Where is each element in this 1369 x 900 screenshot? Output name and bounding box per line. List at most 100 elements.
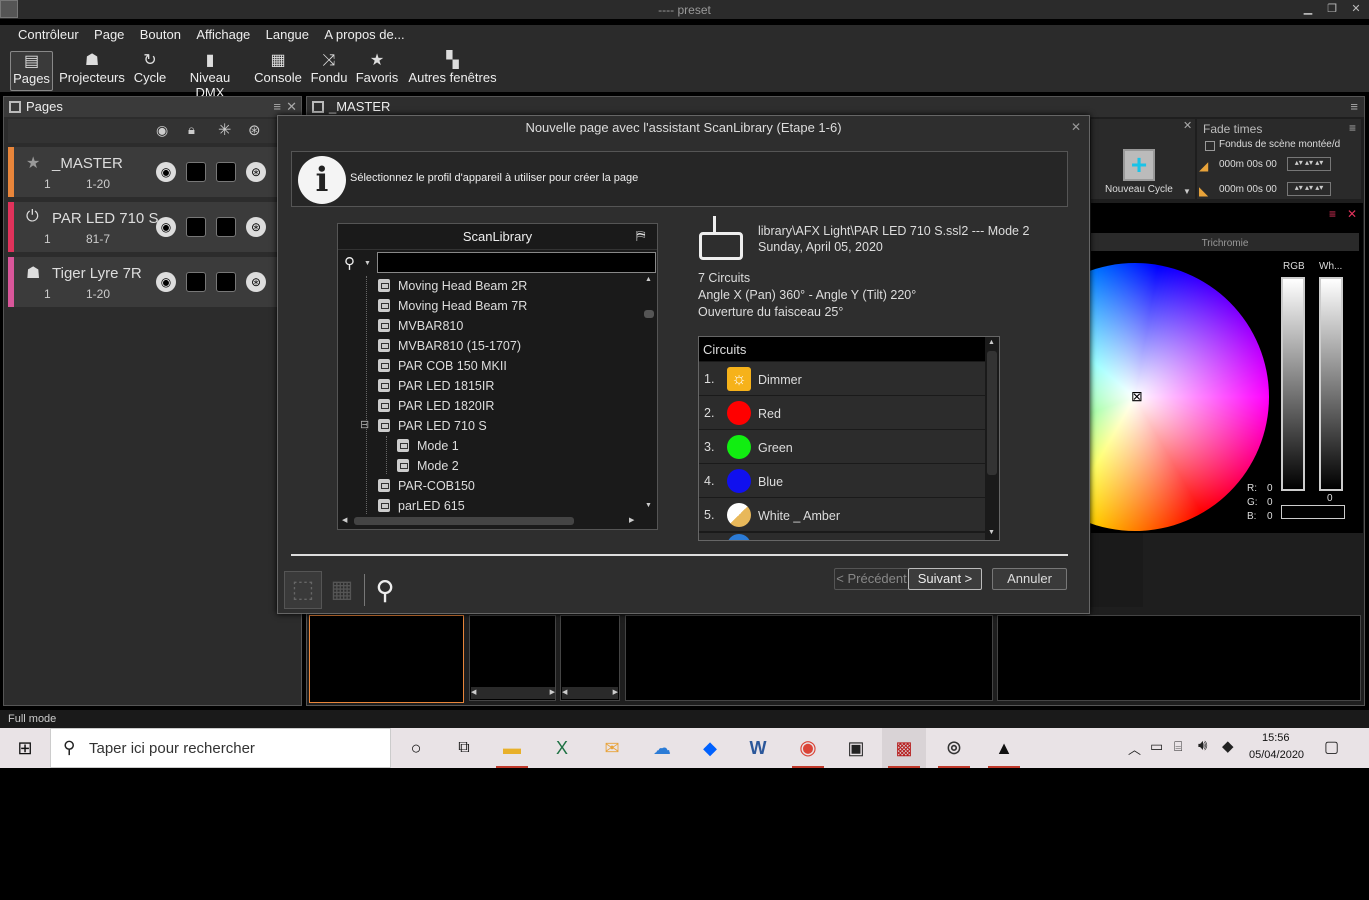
tree-item[interactable]: Moving Head Beam 2R	[378, 276, 527, 296]
eye-icon[interactable]: ◉	[156, 122, 168, 139]
menu-apropos[interactable]: A propos de...	[318, 25, 410, 45]
color-panel-menu-icon[interactable]: ≡	[1329, 207, 1336, 221]
restore-button[interactable]: ❐	[1324, 2, 1340, 16]
windows-start-icon[interactable]: ⊞	[2, 728, 48, 768]
toolbar-cycle-button[interactable]: ↻ Cycle	[132, 51, 168, 91]
tree-item[interactable]: PAR LED 1815IR	[378, 376, 494, 396]
search-dropdown-icon[interactable]: ▼	[364, 260, 371, 267]
effect-toggle[interactable]	[216, 272, 236, 292]
color-picker-cursor-icon[interactable]: ⊠	[1131, 388, 1143, 405]
circuit-row[interactable]: 1. ☼ Dimmer	[699, 362, 985, 396]
library-folder-icon[interactable]: ⛿	[636, 228, 645, 244]
panel-close-icon[interactable]: ✕	[286, 97, 297, 117]
fade-time-down[interactable]: 000m 00s 00	[1219, 184, 1277, 195]
3d-view-icon[interactable]: ⬚	[284, 571, 322, 609]
3d-app-icon[interactable]: ◎	[932, 728, 976, 768]
scroll-thumb[interactable]	[987, 351, 997, 475]
scroll-down-icon[interactable]: ▼	[645, 502, 652, 509]
effect-toggle[interactable]	[216, 217, 236, 237]
effect-toggle[interactable]	[216, 162, 236, 182]
battery-icon[interactable]: ▭	[1150, 738, 1163, 755]
new-cycle-icon[interactable]: +	[1123, 149, 1155, 181]
task-view-icon[interactable]: ⧉	[442, 728, 486, 768]
library-search-input[interactable]	[377, 252, 656, 273]
visibility-toggle[interactable]: ◉	[156, 162, 176, 182]
circuits-v-scrollbar[interactable]: ▲ ▼	[985, 337, 999, 540]
tree-item[interactable]: PAR COB 150 MKII	[378, 356, 507, 376]
mail-icon[interactable]: ✉	[590, 728, 634, 768]
menu-controleur[interactable]: Contrôleur	[12, 25, 85, 45]
button-cell-1[interactable]	[309, 615, 464, 703]
tree-item[interactable]: Moving Head Beam 7R	[378, 296, 527, 316]
media-app-icon[interactable]: ▣	[834, 728, 878, 768]
photos-icon[interactable]: ▲	[982, 728, 1026, 768]
suite-app-icon[interactable]: ▩	[882, 728, 926, 768]
toolbar-pages-button[interactable]: ▤ Pages	[10, 51, 53, 91]
circuit-row[interactable]: 2. Red	[699, 396, 985, 430]
visibility-toggle[interactable]: ◉	[156, 272, 176, 292]
new-cycle-label[interactable]: Nouveau Cycle	[1105, 184, 1173, 195]
tree-v-scrollbar[interactable]: ▲ ▼	[642, 276, 656, 514]
white-slider[interactable]	[1319, 277, 1343, 491]
lock-toggle[interactable]	[186, 272, 206, 292]
rgb-slider[interactable]	[1281, 277, 1305, 491]
target-toggle[interactable]: ⊛	[246, 272, 266, 292]
word-icon[interactable]: W	[736, 728, 780, 768]
menu-page[interactable]: Page	[88, 25, 130, 45]
scroll-left-icon[interactable]: ◀	[342, 516, 347, 524]
h-scroll-thumb[interactable]	[354, 517, 574, 525]
scroll-up-icon[interactable]: ▲	[645, 276, 652, 283]
circuit-row[interactable]: 4. Blue	[699, 464, 985, 498]
minimize-button[interactable]: ▁	[1300, 2, 1316, 16]
tree-collapse-icon[interactable]: ⊟	[360, 418, 369, 431]
tree-item[interactable]: Mode 1	[397, 436, 459, 456]
circuit-row[interactable]: 5. White _ Amber	[699, 498, 985, 532]
cycle-dropdown-icon[interactable]: ▼	[1183, 187, 1191, 196]
close-button[interactable]: ✕	[1348, 2, 1364, 16]
taskbar-search[interactable]: ⚲ Taper ici pour rechercher	[50, 728, 391, 768]
cortana-icon[interactable]: ○	[394, 728, 438, 768]
toolbar-autres-button[interactable]: ▚ Autres fenêtres	[405, 51, 500, 91]
scroll-thumb[interactable]	[644, 310, 654, 318]
circuit-row[interactable]: 3. Green	[699, 430, 985, 464]
toolbar-dmx-button[interactable]: ▮ Niveau DMX	[174, 51, 246, 100]
tree-item[interactable]: PAR LED 1820IR	[378, 396, 494, 416]
search-icon[interactable]: ⚲	[344, 254, 355, 272]
toolbar-projecteurs-button[interactable]: ☗ Projecteurs	[58, 51, 126, 91]
color-panel-close-icon[interactable]: ✕	[1347, 207, 1357, 221]
clock-time[interactable]: 15:56	[1262, 732, 1290, 744]
fade-stepper-down[interactable]: ▴▾ ▴▾ ▴▾	[1287, 182, 1331, 196]
tree-item[interactable]: PAR-COB150	[378, 476, 475, 496]
network-icon[interactable]: ⌸	[1174, 738, 1182, 755]
toolbar-fondu-button[interactable]: ⤨ Fondu	[309, 51, 349, 91]
menu-affichage[interactable]: Affichage	[190, 25, 256, 45]
volume-icon[interactable]: 🔊︎	[1198, 737, 1207, 754]
lock-icon[interactable]: 🔒︎	[188, 122, 195, 138]
toolbar-console-button[interactable]: ▦ Console	[253, 51, 303, 91]
h-scrollbar-2[interactable]: ◀ ▶	[562, 687, 618, 699]
button-cell-5[interactable]	[997, 615, 1361, 701]
toolbar-favoris-button[interactable]: ★ Favoris	[355, 51, 399, 91]
panel-menu-icon[interactable]: ≡	[1350, 97, 1358, 117]
fade-checkbox[interactable]	[1205, 141, 1215, 151]
panel-menu-icon[interactable]: ≡	[273, 97, 281, 117]
target-toggle[interactable]: ⊛	[246, 162, 266, 182]
page-item-tiger-lyre[interactable]: ☗ Tiger Lyre 7R 1 1-20 ◉ ⊛	[8, 257, 299, 307]
lock-toggle[interactable]	[186, 162, 206, 182]
menu-langue[interactable]: Langue	[260, 25, 315, 45]
previous-button[interactable]: < Précédent	[834, 568, 909, 590]
grid-view-icon[interactable]: ▦	[326, 574, 358, 606]
button-cell-4[interactable]	[625, 615, 993, 701]
dropbox-tray-icon[interactable]: ◆	[1222, 737, 1234, 755]
tree-item[interactable]: parLED 615	[378, 496, 465, 516]
scroll-down-icon[interactable]: ▼	[988, 529, 995, 536]
tree-item[interactable]: MVBAR810	[378, 316, 463, 336]
asterisk-icon[interactable]: ✳	[218, 120, 231, 140]
cycle-close-icon[interactable]: ✕	[1183, 119, 1192, 132]
onedrive-icon[interactable]: ☁	[640, 728, 684, 768]
tree-h-scrollbar[interactable]: ◀ ▶	[340, 514, 640, 528]
scroll-right-icon[interactable]: ▶	[629, 516, 634, 524]
h-scrollbar-1[interactable]: ◀ ▶	[471, 687, 555, 699]
page-item-master[interactable]: ★ _MASTER 1 1-20 ◉ ⊛	[8, 147, 299, 197]
dropbox-icon[interactable]: ◆	[688, 728, 732, 768]
